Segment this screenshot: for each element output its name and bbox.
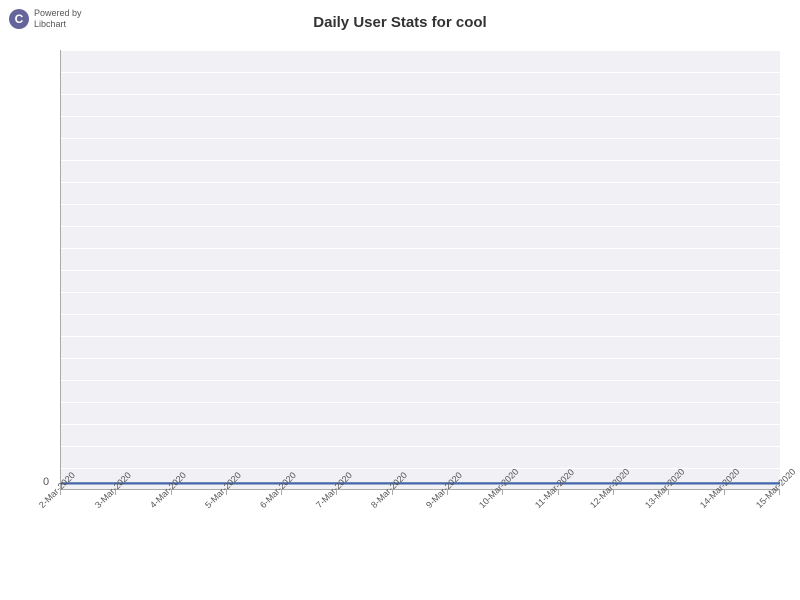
chart-plot-area [60, 50, 780, 490]
chart-container: C Powered by Libchart Daily User Stats f… [0, 0, 800, 600]
x-axis: 2-Mar-2020 3-Mar-2020 4-Mar-2020 5-Mar-2020… [60, 490, 780, 585]
x-tick-container: 6-Mar-2020 [281, 490, 282, 513]
x-tick-container: 14-Mar-2020 [724, 490, 725, 513]
x-tick-container: 15-Mar-2020 [779, 490, 780, 513]
y-axis-line [60, 50, 61, 490]
x-tick-container: 7-Mar-2020 [336, 490, 337, 513]
x-tick-container: 12-Mar-2020 [613, 490, 614, 513]
x-tick-container: 4-Mar-2020 [171, 490, 172, 513]
x-tick-container: 10-Mar-2020 [502, 490, 503, 513]
x-tick-container: 5-Mar-2020 [226, 490, 227, 513]
x-tick-container: 2-Mar-2020 [60, 490, 61, 513]
x-tick-container: 8-Mar-2020 [392, 490, 393, 513]
chart-title: Daily User Stats for cool [0, 14, 800, 31]
x-tick-container: 11-Mar-2020 [558, 490, 559, 513]
data-line-svg [60, 50, 780, 490]
x-tick-container: 9-Mar-2020 [447, 490, 448, 513]
x-tick-container: 13-Mar-2020 [668, 490, 669, 513]
y-axis-label-0: 0 [43, 476, 49, 488]
x-tick-container: 3-Mar-2020 [115, 490, 116, 513]
